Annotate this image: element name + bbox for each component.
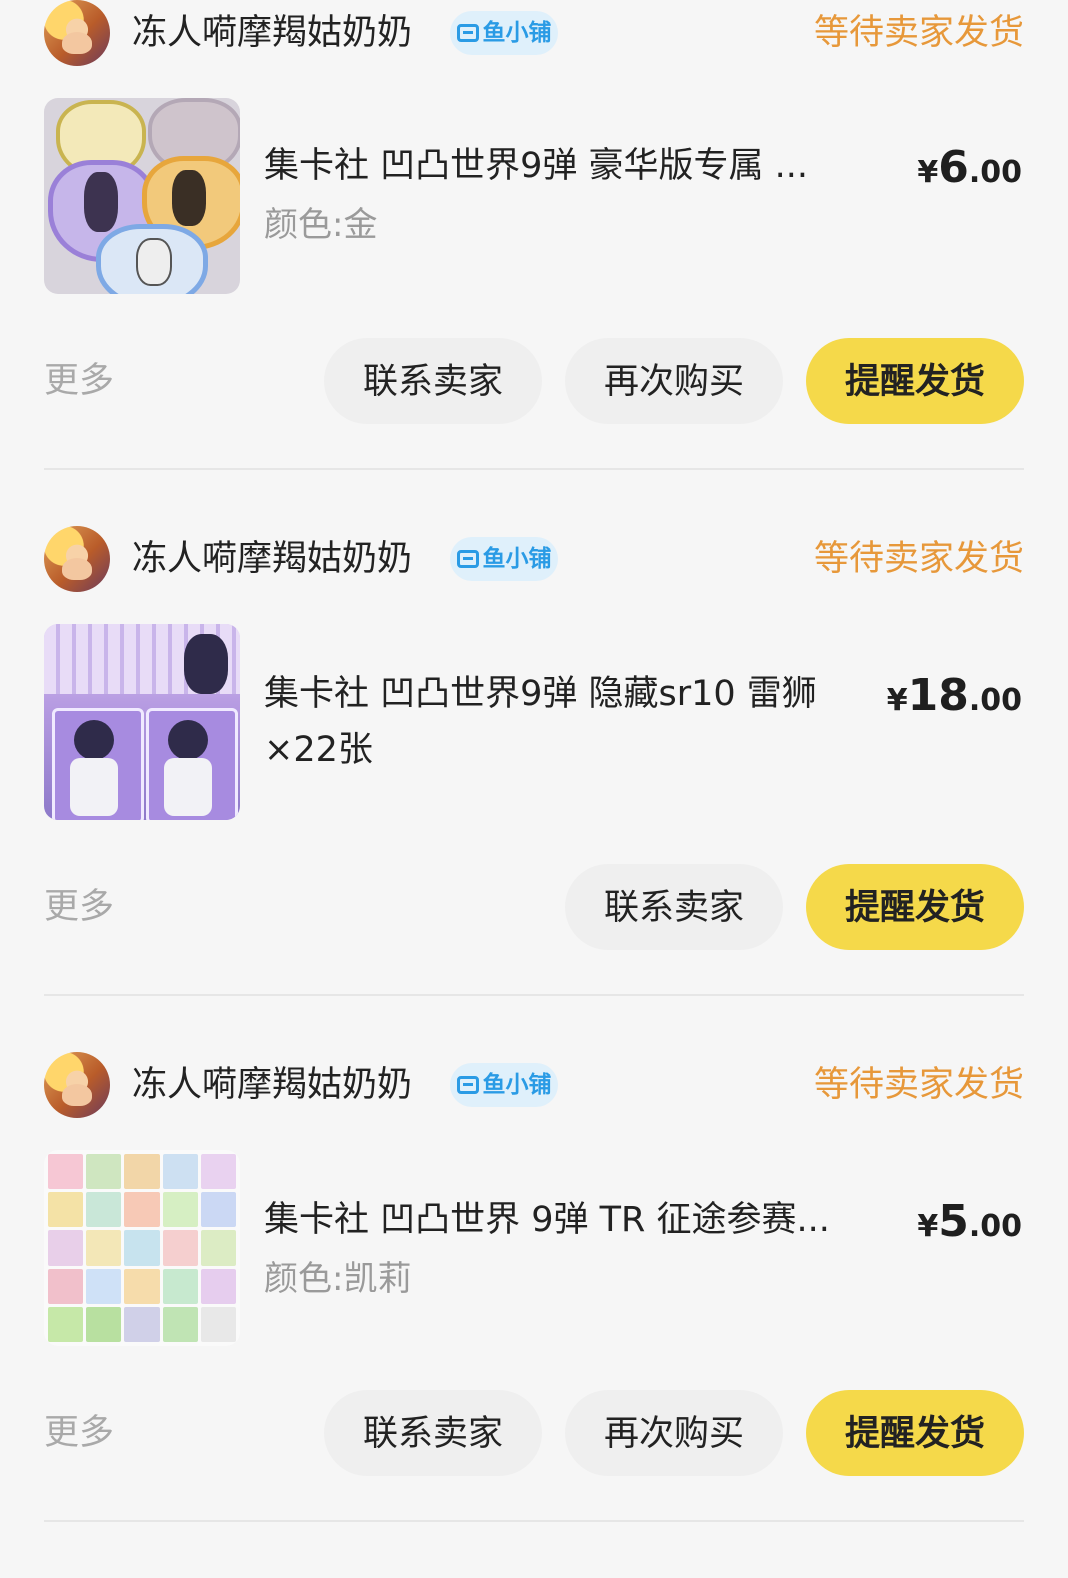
divider [44,468,1024,470]
price-symbol: ¥ [917,1209,939,1244]
seller-name[interactable]: 冻人嗬摩羯姑奶奶 [132,6,412,60]
product-price: ¥5.00 [917,1194,1022,1259]
shop-badge: 鱼小铺 [450,1063,558,1107]
order-card: 冻人嗬摩羯姑奶奶 鱼小铺 等待卖家发货 集卡社 凹凸世界9弹 豪华版专属 ...… [44,0,1024,526]
divider [44,994,1024,996]
product-image[interactable] [44,624,240,820]
price-integer: 6 [938,142,969,193]
seller-avatar[interactable] [44,1052,110,1118]
shop-badge: 鱼小铺 [450,537,558,581]
seller-name[interactable]: 冻人嗬摩羯姑奶奶 [132,532,412,586]
product-price: ¥6.00 [917,140,1022,205]
seller-name[interactable]: 冻人嗬摩羯姑奶奶 [132,1058,412,1112]
shop-icon [456,1076,479,1094]
product-title[interactable]: 集卡社 凹凸世界9弹 隐藏sr10 雷狮 ×22张 [264,666,864,778]
price-symbol: ¥ [917,155,939,190]
contact-seller-button[interactable]: 联系卖家 [324,338,542,424]
order-status: 等待卖家发货 [813,13,1024,53]
buy-again-button[interactable]: 再次购买 [565,1390,783,1476]
order-card: 冻人嗬摩羯姑奶奶 鱼小铺 等待卖家发货 集卡社 凹凸世界9弹 隐藏sr10 雷狮… [44,526,1024,1052]
shop-icon [456,24,479,42]
price-symbol: ¥ [886,683,908,718]
order-status: 等待卖家发货 [813,1065,1024,1105]
product-image[interactable] [44,1150,240,1346]
product-spec: 颜色:凯莉 [264,1259,412,1299]
seller-avatar[interactable] [44,526,110,592]
price-integer: 18 [907,670,969,721]
seller-row[interactable]: 冻人嗬摩羯姑奶奶 鱼小铺 等待卖家发货 [44,526,1024,592]
more-button[interactable]: 更多 [44,882,114,932]
remind-shipping-button[interactable]: 提醒发货 [806,864,1024,950]
divider [44,1520,1024,1522]
seller-row[interactable]: 冻人嗬摩羯姑奶奶 鱼小铺 等待卖家发货 [44,0,1024,66]
shop-badge: 鱼小铺 [450,11,558,55]
shop-badge-label: 鱼小铺 [482,546,552,572]
product-title[interactable]: 集卡社 凹凸世界9弹 豪华版专属 ... [264,138,864,194]
product-image[interactable] [44,98,240,294]
more-button[interactable]: 更多 [44,356,114,406]
remind-shipping-button[interactable]: 提醒发货 [806,338,1024,424]
order-status: 等待卖家发货 [813,539,1024,579]
order-card: 冻人嗬摩羯姑奶奶 鱼小铺 等待卖家发货 集卡社 凹凸世界 9弹 TR 征途参赛.… [44,1052,1024,1578]
remind-shipping-button[interactable]: 提醒发货 [806,1390,1024,1476]
shop-badge-label: 鱼小铺 [482,20,552,46]
shop-badge-label: 鱼小铺 [482,1072,552,1098]
shop-icon [456,550,479,568]
price-integer: 5 [938,1196,969,1247]
more-button[interactable]: 更多 [44,1408,114,1458]
product-spec: 颜色:金 [264,205,378,245]
contact-seller-button[interactable]: 联系卖家 [565,864,783,950]
price-decimal: .00 [968,1209,1022,1244]
seller-avatar[interactable] [44,0,110,66]
product-title[interactable]: 集卡社 凹凸世界 9弹 TR 征途参赛... [264,1192,864,1248]
contact-seller-button[interactable]: 联系卖家 [324,1390,542,1476]
seller-row[interactable]: 冻人嗬摩羯姑奶奶 鱼小铺 等待卖家发货 [44,1052,1024,1118]
price-decimal: .00 [968,683,1022,718]
buy-again-button[interactable]: 再次购买 [565,338,783,424]
product-price: ¥18.00 [887,668,1022,733]
price-decimal: .00 [968,155,1022,190]
